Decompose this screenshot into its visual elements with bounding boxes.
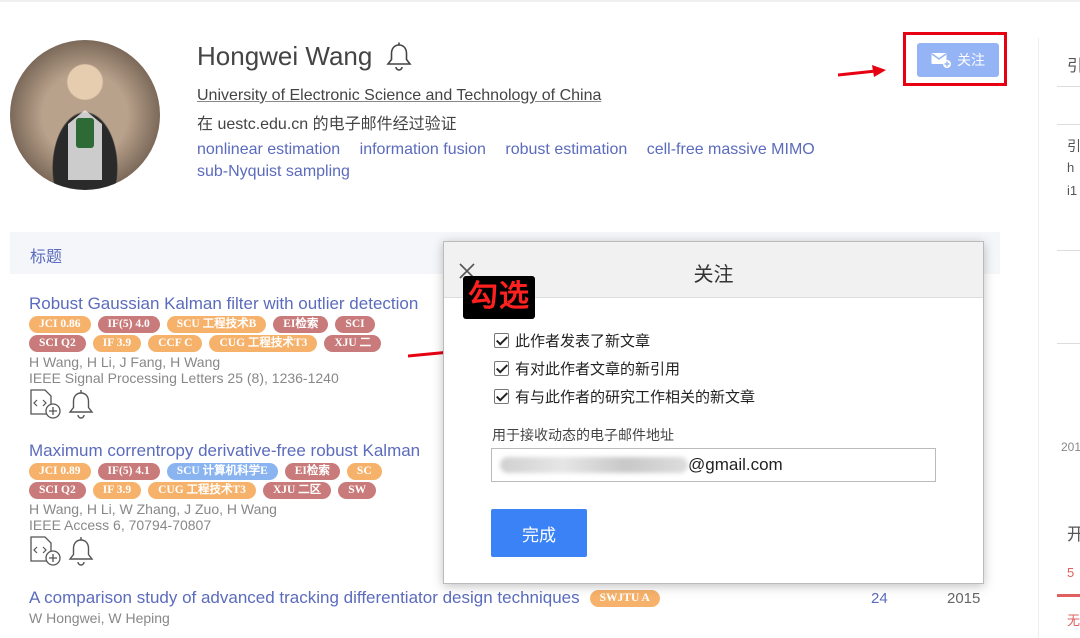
metric-badge: JCI 0.89 xyxy=(29,463,91,480)
article-venue: IEEE Signal Processing Letters 25 (8), 1… xyxy=(29,370,339,386)
article-tools xyxy=(29,389,418,419)
sidebar-text: 开 xyxy=(1067,525,1080,544)
email-label: 用于接收动态的电子邮件地址 xyxy=(492,427,674,443)
interest-link[interactable]: sub-Nyquist sampling xyxy=(197,163,350,180)
bell-icon[interactable] xyxy=(67,536,95,566)
research-interests: nonlinear estimation information fusion … xyxy=(197,139,897,183)
email-field[interactable]: @gmail.com xyxy=(491,448,936,482)
done-button[interactable]: 完成 xyxy=(491,509,587,557)
profile-name-row: Hongwei Wang xyxy=(197,41,412,72)
bell-icon[interactable] xyxy=(67,389,95,419)
redacted-email-blur xyxy=(500,457,688,473)
sidebar-text: 201 xyxy=(1061,440,1080,454)
article-year: 2015 xyxy=(947,590,981,607)
metric-badge: SCI Q2 xyxy=(29,482,86,499)
sidebar-text: 引 xyxy=(1067,138,1080,154)
option-label: 有与此作者的研究工作相关的新文章 xyxy=(515,388,756,406)
envelope-plus-icon xyxy=(931,53,951,68)
metric-badge: XJU 二区 xyxy=(262,482,332,499)
right-sidebar: 引 引 h i1 201 开 5 无 xyxy=(1038,38,1080,638)
column-title-header[interactable]: 标题 xyxy=(30,243,62,267)
annotation-arrow xyxy=(838,65,886,77)
checkbox[interactable] xyxy=(494,388,509,404)
annotation-label: 勾选 xyxy=(463,276,535,319)
article-venue: IEEE Access 6, 70794-70807 xyxy=(29,517,212,533)
metric-badge: EI检索 xyxy=(273,316,329,333)
article-title-link[interactable]: Maximum correntropy derivative-free robu… xyxy=(29,441,420,461)
badge-row: JCI 0.89 IF(5) 4.1 SCU 计算机科学E EI检索 SC xyxy=(29,463,420,480)
article-row: A comparison study of advanced tracking … xyxy=(29,588,660,626)
checkbox[interactable] xyxy=(494,332,509,348)
follow-button[interactable]: 关注 xyxy=(917,43,999,77)
metric-badge: IF 3.9 xyxy=(92,335,142,352)
bell-icon[interactable] xyxy=(386,42,412,72)
option-new-articles[interactable]: 此作者发表了新文章 xyxy=(494,326,755,354)
article-row: Maximum correntropy derivative-free robu… xyxy=(29,441,420,566)
metric-badge: CUG 工程技术T3 xyxy=(209,335,318,352)
article-title-link[interactable]: Robust Gaussian Kalman filter with outli… xyxy=(29,294,418,314)
affiliation-link[interactable]: University of Electronic Science and Tec… xyxy=(197,87,601,105)
article-authors: H Wang, H Li, W Zhang, J Zuo, H Wang xyxy=(29,501,277,517)
article-tools xyxy=(29,536,420,566)
sidebar-text: h xyxy=(1067,160,1075,175)
badge-row: JCI 0.86 IF(5) 4.0 SCU 工程技术B EI检索 SCI xyxy=(29,316,418,333)
sidebar-text: i1 xyxy=(1067,183,1078,198)
metric-badge: SWJTU A xyxy=(589,589,660,607)
interest-link[interactable]: nonlinear estimation xyxy=(197,141,340,158)
profile-name: Hongwei Wang xyxy=(197,41,373,71)
profile-avatar xyxy=(10,40,160,190)
sidebar-text: 引 xyxy=(1067,58,1080,75)
interest-link[interactable]: cell-free massive MIMO xyxy=(647,141,815,158)
follow-options: 此作者发表了新文章 有对此作者文章的新引用 有与此作者的研究工作相关的新文章 xyxy=(494,326,755,410)
code-doc-add-icon[interactable] xyxy=(29,536,63,566)
email-value: @gmail.com xyxy=(688,455,783,474)
interest-link[interactable]: information fusion xyxy=(360,141,486,158)
metric-badge: SCU 计算机科学E xyxy=(166,463,278,480)
metric-badge: IF 3.9 xyxy=(92,482,142,499)
interest-link[interactable]: robust estimation xyxy=(505,141,627,158)
option-new-citations[interactable]: 有对此作者文章的新引用 xyxy=(494,354,755,382)
badge-row: SCI Q2 IF 3.9 CCF C CUG 工程技术T3 XJU 二 xyxy=(29,335,418,352)
metric-badge: SCI Q2 xyxy=(29,335,86,352)
metric-badge: IF(5) 4.0 xyxy=(97,316,160,333)
sidebar-text: 无 xyxy=(1067,613,1080,628)
code-doc-add-icon[interactable] xyxy=(29,389,63,419)
article-authors: W Hongwei, W Heping xyxy=(29,610,170,626)
metric-badge: IF(5) 4.1 xyxy=(97,463,160,480)
metric-badge: SW xyxy=(338,482,377,499)
article-row: Robust Gaussian Kalman filter with outli… xyxy=(29,294,418,419)
metric-badge: SCI xyxy=(335,316,375,333)
metric-badge: SC xyxy=(346,463,382,480)
top-divider xyxy=(0,0,1080,2)
option-label: 此作者发表了新文章 xyxy=(515,332,651,350)
metric-badge: XJU 二 xyxy=(324,335,382,352)
metric-badge: SCU 工程技术B xyxy=(166,316,267,333)
article-authors: H Wang, H Li, J Fang, H Wang xyxy=(29,354,221,370)
metric-badge: CCF C xyxy=(148,335,203,352)
metric-badge: EI检索 xyxy=(284,463,340,480)
metric-badge: CUG 工程技术T3 xyxy=(148,482,256,499)
checkbox[interactable] xyxy=(494,360,509,376)
cited-by-count[interactable]: 24 xyxy=(871,590,888,607)
metric-badge: JCI 0.86 xyxy=(29,316,91,333)
follow-button-label: 关注 xyxy=(957,52,985,68)
badge-row: SCI Q2 IF 3.9 CUG 工程技术T3 XJU 二区 SW xyxy=(29,482,420,499)
sidebar-text: 5 xyxy=(1067,565,1075,580)
option-related-articles[interactable]: 有与此作者的研究工作相关的新文章 xyxy=(494,382,755,410)
verified-email-text: 在 uestc.edu.cn 的电子邮件经过验证 xyxy=(197,116,457,133)
article-title-link[interactable]: A comparison study of advanced tracking … xyxy=(29,588,580,608)
option-label: 有对此作者文章的新引用 xyxy=(515,360,681,378)
